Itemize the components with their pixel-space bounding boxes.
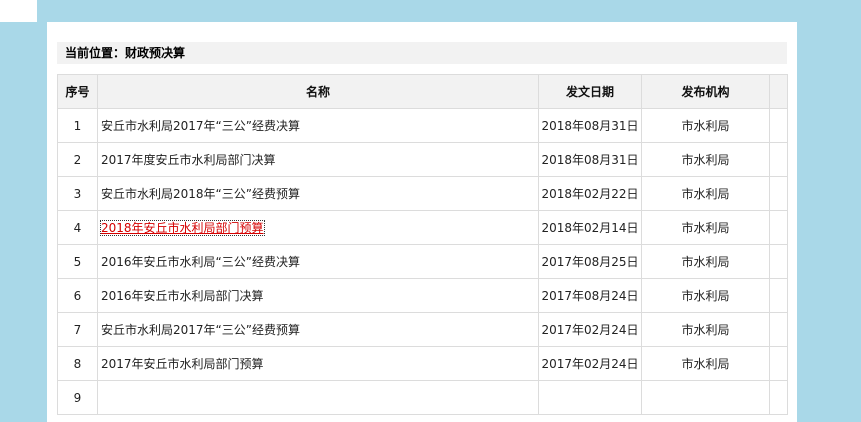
document-link[interactable]: 2016年安丘市水利局“三公”经费决算 [101,255,300,269]
row-spacer [769,346,788,381]
row-spacer [769,244,788,279]
table-row: 7 安丘市水利局2017年“三公”经费预算 2017年02月24日 市水利局 [57,312,788,347]
row-spacer [769,210,788,245]
document-link[interactable]: 2017年度安丘市水利局部门决算 [101,153,276,167]
column-header-spacer [769,74,788,109]
row-name-cell: 安丘市水利局2018年“三公”经费预算 [97,176,539,211]
row-spacer [769,142,788,177]
table-row: 6 2016年安丘市水利局部门决算 2017年08月24日 市水利局 [57,278,788,313]
document-link[interactable]: 2016年安丘市水利局部门决算 [101,289,264,303]
document-table: 序号 名称 发文日期 发布机构 1 安丘市水利局2017年“三公”经费决算 2018… [57,74,788,415]
column-header-name: 名称 [97,74,539,109]
row-spacer [769,312,788,347]
content-panel: 当前位置：财政预决算 序号 名称 发文日期 发布机构 1 安丘市水利局2017年“… [47,22,797,422]
table-row: 3 安丘市水利局2018年“三公”经费预算 2018年02月22日 市水利局 [57,176,788,211]
row-org: 市水利局 [641,346,770,381]
table-row: 8 2017年安丘市水利局部门预算 2017年02月24日 市水利局 [57,346,788,381]
row-name-cell: 2016年安丘市水利局“三公”经费决算 [97,244,539,279]
row-org: 市水利局 [641,210,770,245]
row-org: 市水利局 [641,176,770,211]
row-index: 1 [57,108,98,143]
column-header-org: 发布机构 [641,74,770,109]
row-index: 4 [57,210,98,245]
row-name-cell: 安丘市水利局2017年“三公”经费决算 [97,108,539,143]
column-header-date: 发文日期 [538,74,642,109]
table-header-row: 序号 名称 发文日期 发布机构 [57,74,788,109]
row-org: 市水利局 [641,108,770,143]
row-org: 市水利局 [641,312,770,347]
row-index: 7 [57,312,98,347]
row-index: 5 [57,244,98,279]
table-row: 1 安丘市水利局2017年“三公”经费决算 2018年08月31日 市水利局 [57,108,788,143]
row-index: 9 [57,380,98,415]
row-org: 市水利局 [641,142,770,177]
row-org: 市水利局 [641,244,770,279]
row-date: 2018年08月31日 [538,142,642,177]
row-date: 2018年02月14日 [538,210,642,245]
table-row: 4 2018年安丘市水利局部门预算 2018年02月14日 市水利局 [57,210,788,245]
row-date: 2018年02月22日 [538,176,642,211]
row-name-cell [97,380,539,415]
row-spacer [769,278,788,313]
row-date: 2017年08月25日 [538,244,642,279]
row-name-cell: 安丘市水利局2017年“三公”经费预算 [97,312,539,347]
row-index: 2 [57,142,98,177]
row-index: 6 [57,278,98,313]
row-name-cell: 2018年安丘市水利局部门预算 [97,210,539,245]
row-spacer [769,108,788,143]
row-name-cell: 2017年度安丘市水利局部门决算 [97,142,539,177]
row-date: 2017年08月24日 [538,278,642,313]
table-row: 2 2017年度安丘市水利局部门决算 2018年08月31日 市水利局 [57,142,788,177]
document-link[interactable]: 2018年安丘市水利局部门预算 [100,220,265,236]
row-date: 2018年08月31日 [538,108,642,143]
document-link[interactable]: 安丘市水利局2018年“三公”经费预算 [101,187,300,201]
row-spacer [769,380,788,415]
row-name-cell: 2016年安丘市水利局部门决算 [97,278,539,313]
row-date [538,380,642,415]
document-link[interactable]: 2017年安丘市水利局部门预算 [101,357,264,371]
column-header-index: 序号 [57,74,98,109]
row-index: 8 [57,346,98,381]
row-org [641,380,770,415]
row-index: 3 [57,176,98,211]
document-link[interactable]: 安丘市水利局2017年“三公”经费预算 [101,323,300,337]
top-left-white-block [0,0,37,22]
table-row: 5 2016年安丘市水利局“三公”经费决算 2017年08月25日 市水利局 [57,244,788,279]
row-spacer [769,176,788,211]
table-row: 9 [57,380,788,415]
row-date: 2017年02月24日 [538,346,642,381]
row-org: 市水利局 [641,278,770,313]
breadcrumb: 当前位置：财政预决算 [57,42,787,64]
row-name-cell: 2017年安丘市水利局部门预算 [97,346,539,381]
document-link[interactable]: 安丘市水利局2017年“三公”经费决算 [101,119,300,133]
row-date: 2017年02月24日 [538,312,642,347]
